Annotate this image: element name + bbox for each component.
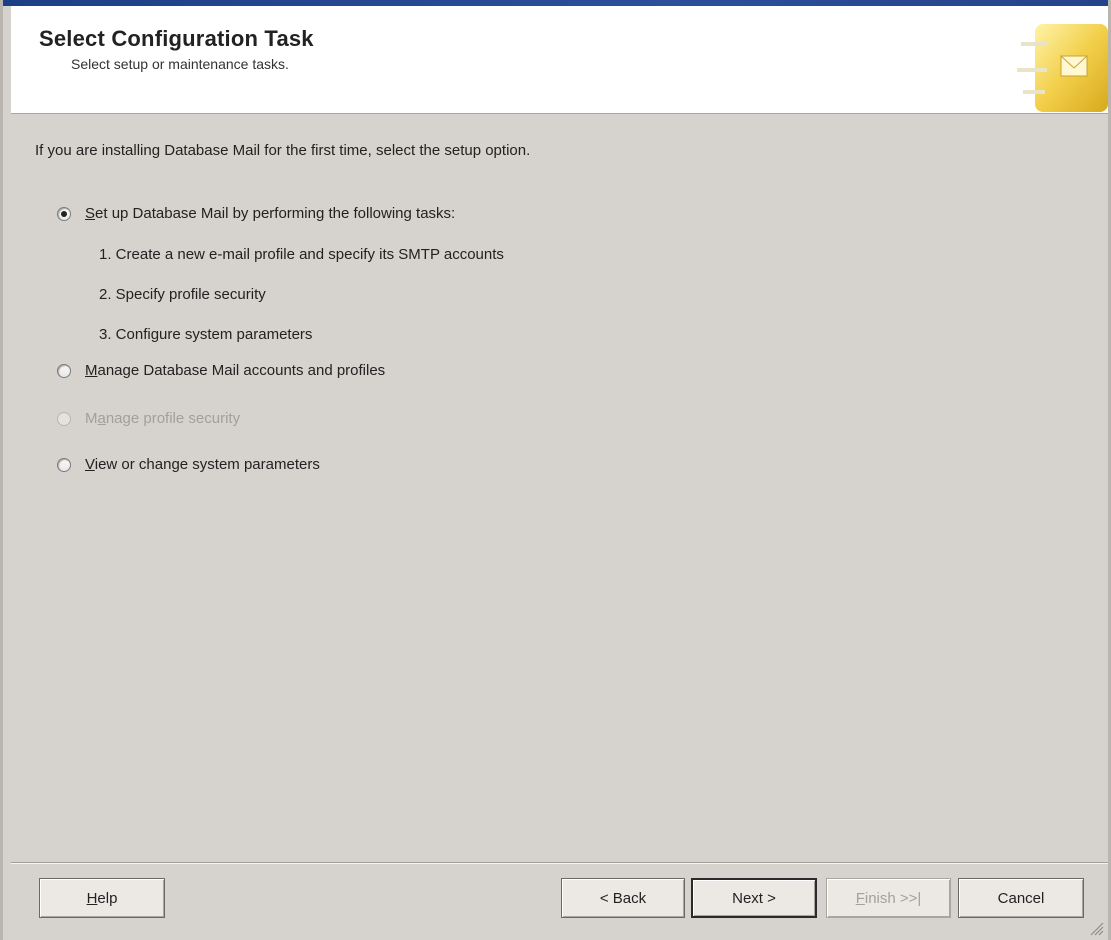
system-parameters-option-radio[interactable]: View or change system parameters [57,456,320,473]
next-button[interactable]: Next > [691,878,817,918]
manage-accounts-option-label: Manage Database Mail accounts and profil… [85,362,386,379]
back-button[interactable]: < Back [561,878,685,918]
page-title: Select Configuration Task [39,26,314,51]
setup-option-label: Set up Database Mail by performing the f… [85,205,456,222]
wizard-header: Select Configuration Task Select setup o… [11,6,1108,114]
manage-accounts-option-radio[interactable]: Manage Database Mail accounts and profil… [57,362,385,379]
resize-grip-icon[interactable] [1088,920,1104,936]
setup-option-radio[interactable]: Set up Database Mail by performing the f… [57,205,455,222]
manage-security-option-label: Manage profile security [85,410,241,427]
help-button[interactable]: Help [39,878,165,918]
finish-button: Finish >>| [826,878,951,918]
database-mail-graphic-icon [1017,24,1108,112]
radio-selected-icon[interactable] [57,206,71,221]
wizard-dialog: Select Configuration Task Select setup o… [0,0,1111,940]
page-subtitle: Select setup or maintenance tasks. [71,56,289,72]
radio-unselected-icon[interactable] [57,457,71,472]
cancel-button[interactable]: Cancel [958,878,1084,918]
radio-unselected-icon[interactable] [57,363,71,378]
setup-step-1: 1. Create a new e-mail profile and speci… [99,246,504,263]
setup-step-2: 2. Specify profile security [99,286,266,303]
setup-step-3: 3. Configure system parameters [99,326,313,343]
radio-disabled-icon [57,411,71,426]
intro-text: If you are installing Database Mail for … [35,142,531,159]
bottom-separator [11,862,1108,864]
manage-security-option-radio: Manage profile security [57,410,240,427]
system-parameters-option-label: View or change system parameters [85,456,320,473]
